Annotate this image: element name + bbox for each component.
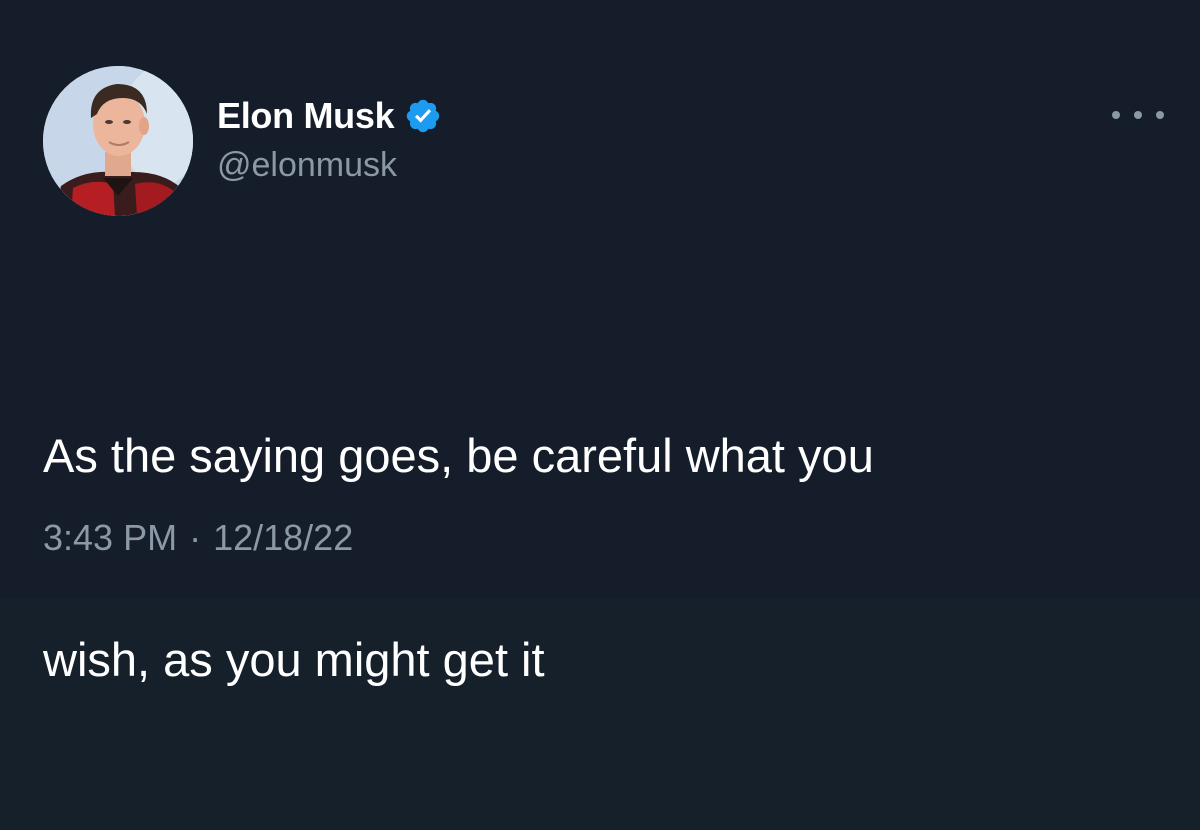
more-horizontal-icon <box>1112 111 1120 119</box>
tweet-card: Elon Musk @elonmusk As the saying goes, … <box>0 0 1200 686</box>
verified-badge-icon <box>404 97 442 135</box>
more-horizontal-icon <box>1156 111 1164 119</box>
tweet-text-line: wish, as you might get it <box>43 633 545 686</box>
name-row: Elon Musk <box>217 95 442 137</box>
profile-photo <box>43 66 193 216</box>
tweet-time[interactable]: 3:43 PM <box>43 517 177 558</box>
avatar[interactable] <box>43 66 193 216</box>
display-name[interactable]: Elon Musk <box>217 95 395 137</box>
user-handle[interactable]: @elonmusk <box>217 146 397 185</box>
meta-separator: · <box>189 517 202 558</box>
tweet-timestamp: 3:43 PM · 12/18/22 <box>43 517 353 559</box>
more-horizontal-icon <box>1134 111 1142 119</box>
tweet-text-line: As the saying goes, be careful what you <box>43 429 874 482</box>
tweet-date[interactable]: 12/18/22 <box>213 517 353 558</box>
more-options-button[interactable] <box>1112 102 1164 128</box>
